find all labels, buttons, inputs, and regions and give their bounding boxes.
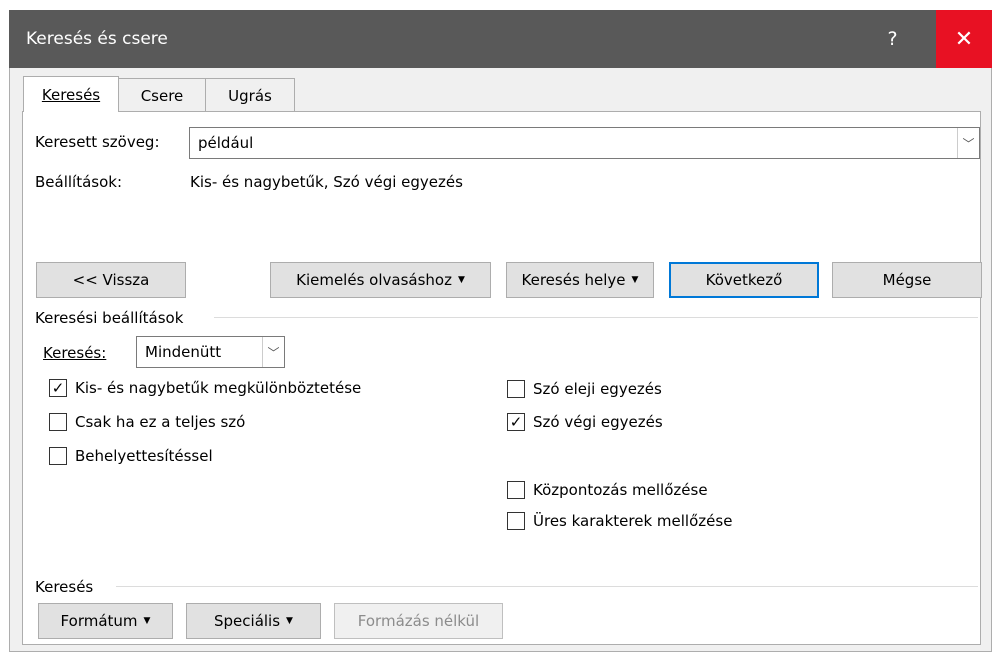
direction-combo[interactable]: Mindenütt ﹀ bbox=[136, 336, 285, 368]
direction-label: Keresés: bbox=[43, 344, 107, 362]
help-button[interactable]: ? bbox=[870, 10, 915, 68]
format-label: Formátum bbox=[60, 612, 138, 630]
checkbox-icon bbox=[49, 447, 67, 465]
wildcards-checkbox[interactable]: Behelyettesítéssel bbox=[49, 447, 213, 465]
cancel-button[interactable]: Mégse bbox=[832, 262, 982, 298]
checkmark-icon: ✓ bbox=[49, 379, 67, 397]
format-button[interactable]: Formátum ▼ bbox=[38, 603, 173, 639]
ignore-whitespace-checkbox[interactable]: Üres karakterek mellőzése bbox=[507, 512, 732, 530]
find-in-button[interactable]: Keresés helye ▼ bbox=[506, 262, 654, 298]
checkbox-icon bbox=[507, 380, 525, 398]
search-options-label: Keresési beállítások bbox=[35, 309, 184, 327]
caret-down-icon: ▼ bbox=[286, 616, 293, 626]
match-case-checkbox[interactable]: ✓ Kis- és nagybetűk megkülönböztetése bbox=[49, 379, 361, 397]
match-case-label: Kis- és nagybetűk megkülönböztetése bbox=[75, 379, 362, 397]
highlight-button[interactable]: Kiemelés olvasáshoz ▼ bbox=[270, 262, 491, 298]
find-what-combo[interactable]: például ﹀ bbox=[189, 127, 980, 159]
direction-value: Mindenütt bbox=[145, 343, 222, 361]
options-label: Beállítások: bbox=[35, 173, 123, 191]
checkbox-icon bbox=[507, 512, 525, 530]
match-prefix-checkbox[interactable]: Szó eleji egyezés bbox=[507, 380, 662, 398]
tab-goto[interactable]: Ugrás bbox=[205, 78, 295, 112]
less-button[interactable]: << Vissza bbox=[36, 262, 186, 298]
match-prefix-label: Szó eleji egyezés bbox=[533, 380, 662, 398]
checkbox-icon bbox=[507, 481, 525, 499]
tab-replace-label: Csere bbox=[140, 86, 184, 105]
special-button[interactable]: Speciális ▼ bbox=[186, 603, 321, 639]
tab-find[interactable]: Keresés bbox=[23, 76, 119, 112]
find-in-label: Keresés helye bbox=[521, 271, 626, 289]
caret-down-icon: ▼ bbox=[631, 275, 639, 285]
match-suffix-label: Szó végi egyezés bbox=[533, 413, 663, 431]
find-what-label: Keresett szöveg: bbox=[35, 133, 160, 151]
ignore-punctuation-checkbox[interactable]: Központozás mellőzése bbox=[507, 481, 708, 499]
caret-down-icon: ▼ bbox=[143, 616, 151, 626]
wildcards-label: Behelyettesítéssel bbox=[75, 447, 213, 465]
ignore-punctuation-label: Központozás mellőzése bbox=[533, 481, 708, 499]
divider bbox=[214, 317, 978, 318]
tab-find-label: Keresés bbox=[41, 85, 101, 104]
highlight-label: Kiemelés olvasáshoz bbox=[296, 271, 452, 289]
whole-word-checkbox[interactable]: Csak ha ez a teljes szó bbox=[49, 413, 245, 431]
tab-replace[interactable]: Csere bbox=[118, 78, 206, 112]
find-panel bbox=[22, 111, 981, 645]
chevron-down-icon[interactable]: ﹀ bbox=[262, 337, 284, 367]
tab-goto-label: Ugrás bbox=[228, 86, 272, 105]
find-what-value: például bbox=[198, 134, 254, 152]
checkbox-icon bbox=[49, 413, 67, 431]
window-title: Keresés és csere bbox=[26, 29, 168, 49]
special-label: Speciális bbox=[214, 612, 281, 630]
checkmark-icon: ✓ bbox=[507, 413, 525, 431]
whole-word-label: Csak ha ez a teljes szó bbox=[75, 413, 246, 431]
find-section-label: Keresés bbox=[35, 578, 94, 596]
match-suffix-checkbox[interactable]: ✓ Szó végi egyezés bbox=[507, 413, 663, 431]
options-value: Kis- és nagybetűk, Szó végi egyezés bbox=[190, 173, 463, 191]
close-button[interactable]: ✕ bbox=[936, 10, 992, 68]
find-replace-dialog: Keresés és csere ? ✕ Keresés Csere Ugrás… bbox=[0, 0, 1002, 662]
no-formatting-button[interactable]: Formázás nélkül bbox=[334, 603, 503, 639]
close-icon: ✕ bbox=[954, 26, 974, 52]
ignore-whitespace-label: Üres karakterek mellőzése bbox=[533, 512, 733, 530]
divider bbox=[116, 586, 978, 587]
chevron-down-icon[interactable]: ﹀ bbox=[957, 128, 979, 158]
caret-down-icon: ▼ bbox=[457, 275, 465, 285]
find-next-button[interactable]: Következő bbox=[669, 262, 819, 298]
